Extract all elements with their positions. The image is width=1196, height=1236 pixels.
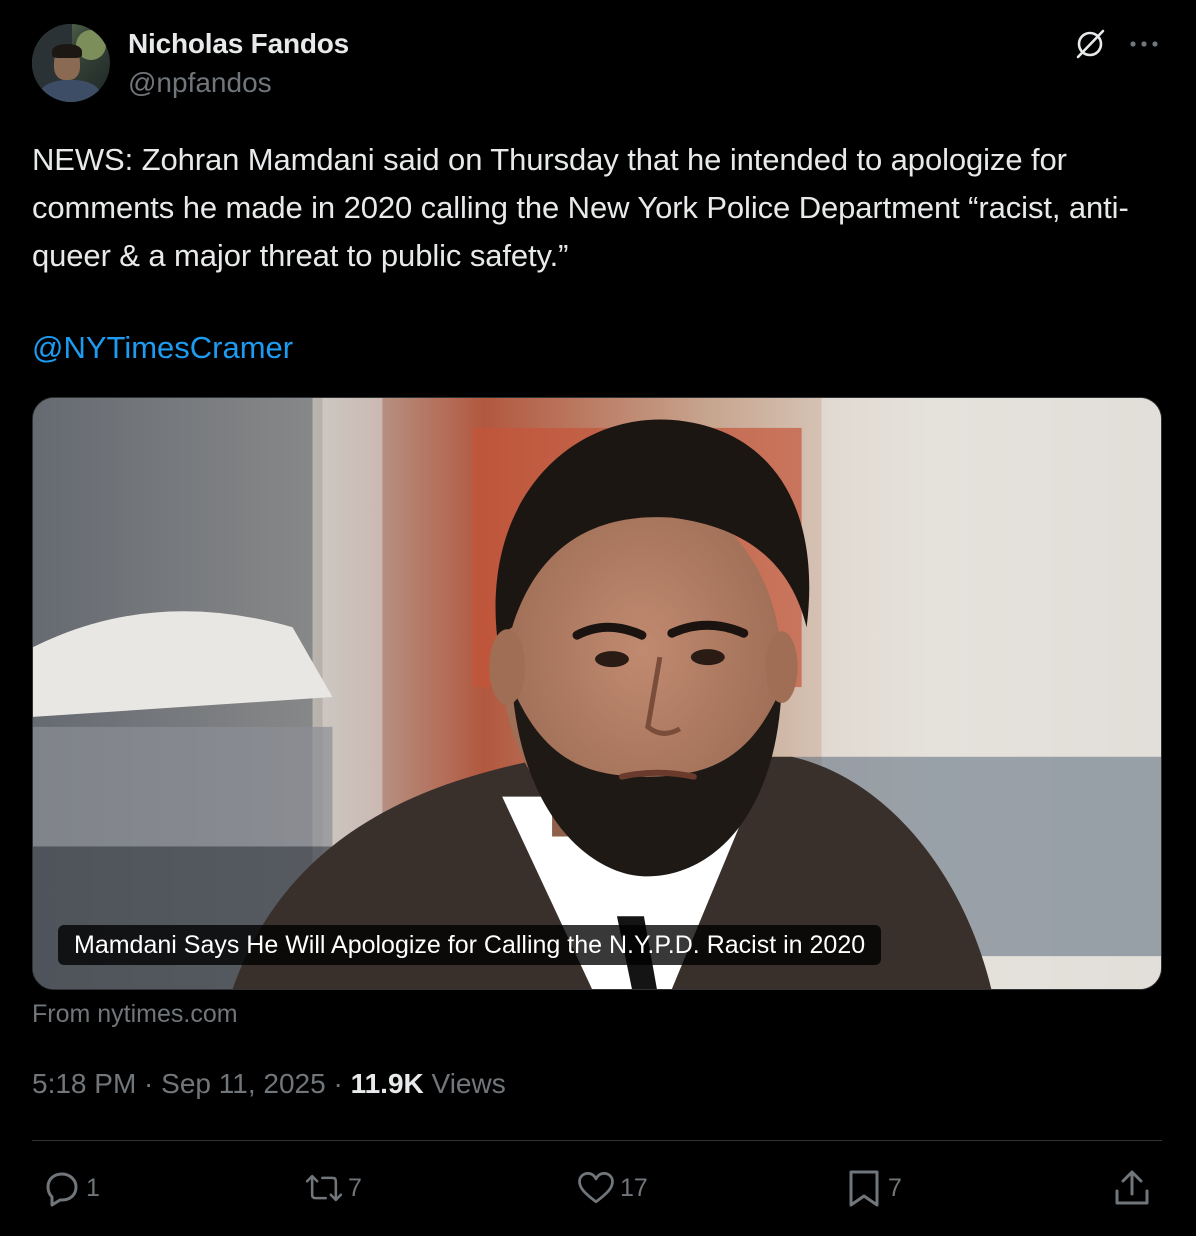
meta-separator: · bbox=[136, 1068, 162, 1099]
reply-count: 1 bbox=[86, 1173, 100, 1202]
reply-button[interactable]: 1 bbox=[40, 1166, 100, 1210]
card-title: Mamdani Says He Will Apologize for Calli… bbox=[58, 925, 882, 965]
repost-button[interactable]: 7 bbox=[302, 1166, 362, 1210]
views-label: Views bbox=[423, 1068, 506, 1099]
author-name[interactable]: Nicholas Fandos bbox=[128, 28, 349, 60]
heart-icon bbox=[578, 1171, 614, 1204]
repost-count: 7 bbox=[348, 1173, 362, 1202]
link-card[interactable]: Mamdani Says He Will Apologize for Calli… bbox=[32, 397, 1162, 990]
bookmark-count: 7 bbox=[888, 1173, 902, 1202]
like-button[interactable]: 17 bbox=[574, 1166, 648, 1210]
author-handle[interactable]: @npfandos bbox=[128, 67, 272, 99]
grok-icon[interactable] bbox=[1072, 26, 1108, 62]
card-photo bbox=[33, 398, 1161, 989]
repost-icon bbox=[305, 1174, 343, 1202]
like-count: 17 bbox=[620, 1173, 648, 1202]
mention-link[interactable]: @NYTimesCramer bbox=[32, 324, 293, 372]
card-source[interactable]: From nytimes.com bbox=[32, 1000, 238, 1029]
share-icon bbox=[1115, 1170, 1149, 1205]
bookmark-button[interactable]: 7 bbox=[842, 1166, 902, 1210]
more-icon[interactable] bbox=[1126, 30, 1162, 58]
tweet-date[interactable]: Sep 11, 2025 bbox=[161, 1068, 326, 1099]
tweet-text: NEWS: Zohran Mamdani said on Thursday th… bbox=[32, 142, 1129, 273]
tweet-time[interactable]: 5:18 PM bbox=[32, 1068, 136, 1099]
tweet-meta: 5:18 PM · Sep 11, 2025 · 11.9K Views bbox=[32, 1068, 506, 1100]
meta-separator: · bbox=[325, 1068, 351, 1099]
views-count: 11.9K bbox=[350, 1068, 424, 1099]
share-button[interactable] bbox=[1110, 1166, 1154, 1210]
divider bbox=[32, 1140, 1162, 1141]
tweet: Nicholas Fandos @npfandos NEWS: Zohran M… bbox=[0, 0, 1196, 1236]
avatar[interactable] bbox=[32, 24, 110, 102]
bookmark-icon bbox=[849, 1170, 879, 1207]
reply-icon bbox=[46, 1172, 78, 1207]
